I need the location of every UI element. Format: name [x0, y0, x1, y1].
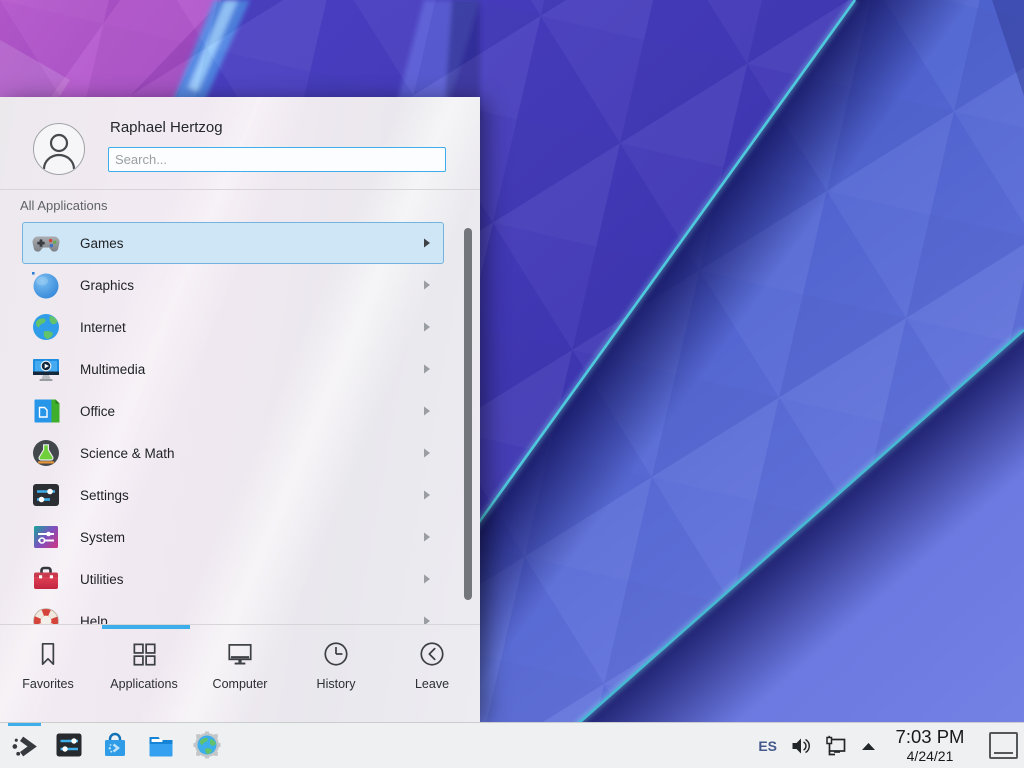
keyboard-layout-indicator[interactable]: ES	[758, 738, 777, 754]
tab-history[interactable]: History	[288, 639, 384, 722]
submenu-arrow-icon	[423, 574, 431, 584]
user-avatar[interactable]	[33, 123, 85, 175]
office-icon	[30, 395, 62, 427]
utilities-icon	[30, 563, 62, 595]
category-settings[interactable]: Settings	[22, 474, 444, 516]
submenu-arrow-icon	[423, 616, 431, 624]
category-list: Games Graphics	[0, 218, 480, 624]
discover-icon[interactable]	[101, 731, 129, 759]
category-multimedia[interactable]: Multimedia	[22, 348, 444, 390]
system-tray: ES 7:03 PM	[758, 723, 1024, 768]
clock-time: 7:03 PM	[891, 728, 969, 747]
tab-label: Applications	[110, 677, 177, 691]
launcher-header: Raphael Hertzog	[0, 97, 480, 190]
launcher-footer: Favorites Applications	[0, 624, 480, 722]
tab-leave[interactable]: Leave	[384, 639, 480, 722]
tab-label: Computer	[213, 677, 268, 691]
category-games[interactable]: Games	[22, 222, 444, 264]
leave-icon	[417, 639, 447, 669]
category-utilities[interactable]: Utilities	[22, 558, 444, 600]
submenu-arrow-icon	[423, 490, 431, 500]
help-icon	[30, 605, 62, 624]
submenu-arrow-icon	[423, 448, 431, 458]
tab-applications[interactable]: Applications	[96, 639, 192, 722]
desktop: Raphael Hertzog All Applications	[0, 0, 1024, 768]
submenu-arrow-icon	[423, 532, 431, 542]
launcher-tabbar: Favorites Applications	[0, 625, 480, 722]
category-office[interactable]: Office	[22, 390, 444, 432]
history-icon	[321, 639, 351, 669]
category-label: System	[80, 530, 125, 545]
games-icon	[30, 227, 62, 259]
applications-icon	[129, 639, 159, 669]
active-task-indicator	[8, 723, 41, 726]
expand-tray-icon[interactable]	[860, 740, 877, 752]
tab-label: Favorites	[22, 677, 73, 691]
show-desktop-button[interactable]	[989, 732, 1018, 759]
category-graphics[interactable]: Graphics	[22, 264, 444, 306]
category-label: Utilities	[80, 572, 124, 587]
user-name: Raphael Hertzog	[110, 119, 223, 136]
favorites-icon	[33, 639, 63, 669]
tab-label: Leave	[415, 677, 449, 691]
tab-favorites[interactable]: Favorites	[0, 639, 96, 722]
submenu-arrow-icon	[423, 280, 431, 290]
submenu-arrow-icon	[423, 406, 431, 416]
settings-icon	[30, 479, 62, 511]
tab-label: History	[317, 677, 356, 691]
network-icon[interactable]	[824, 735, 848, 757]
digital-clock[interactable]: 7:03 PM 4/24/21	[891, 728, 969, 763]
app-launcher-button[interactable]	[6, 723, 43, 768]
file-manager-icon[interactable]	[147, 731, 175, 759]
tab-computer[interactable]: Computer	[192, 639, 288, 722]
category-label: Graphics	[80, 278, 134, 293]
category-science-math[interactable]: Science & Math	[22, 432, 444, 474]
graphics-icon	[30, 269, 62, 301]
category-system[interactable]: System	[22, 516, 444, 558]
section-label: All Applications	[20, 198, 107, 213]
category-label: Help	[80, 614, 108, 625]
active-tab-indicator	[102, 625, 190, 629]
category-label: Multimedia	[80, 362, 145, 377]
search-input[interactable]	[108, 147, 446, 172]
category-label: Science & Math	[80, 446, 175, 461]
category-label: Internet	[80, 320, 126, 335]
category-help[interactable]: Help	[22, 600, 444, 624]
multimedia-icon	[30, 353, 62, 385]
science-icon	[30, 437, 62, 469]
submenu-arrow-icon	[423, 238, 431, 248]
list-scrollbar[interactable]	[464, 228, 472, 600]
taskbar: ES 7:03 PM	[0, 722, 1024, 768]
category-label: Settings	[80, 488, 129, 503]
submenu-arrow-icon	[423, 322, 431, 332]
clock-date: 4/24/21	[891, 749, 969, 763]
system-settings-icon[interactable]	[55, 731, 83, 759]
web-browser-icon[interactable]	[193, 731, 221, 759]
submenu-arrow-icon	[423, 364, 431, 374]
computer-icon	[225, 639, 255, 669]
volume-icon[interactable]	[790, 735, 812, 757]
category-label: Games	[80, 236, 124, 251]
internet-icon	[30, 311, 62, 343]
app-launcher-icon	[10, 732, 39, 761]
application-launcher-popup: Raphael Hertzog All Applications	[0, 97, 480, 722]
category-internet[interactable]: Internet	[22, 306, 444, 348]
system-icon	[30, 521, 62, 553]
category-label: Office	[80, 404, 115, 419]
